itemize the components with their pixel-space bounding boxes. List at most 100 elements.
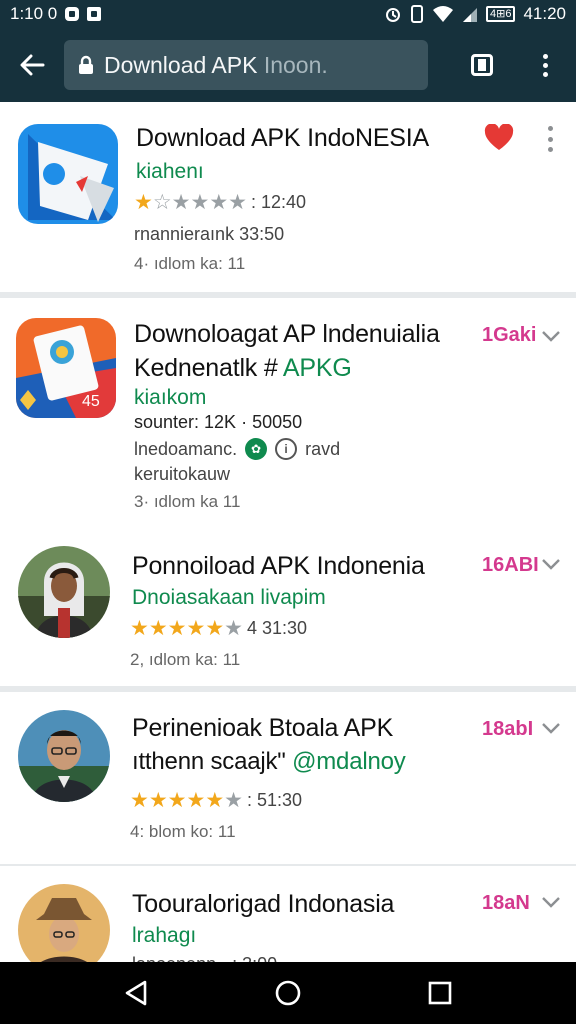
star-icon: ★ [209, 191, 229, 214]
item-developer[interactable]: lrahagı [132, 924, 196, 948]
nav-back-button[interactable] [116, 973, 156, 1013]
list-item[interactable]: Toouralorigad Indonasia lrahagı lanoenen… [0, 866, 576, 962]
address-bar[interactable]: Download APK Inoon. [64, 40, 428, 90]
item-title: Toouralorigad Indonasia [132, 890, 395, 918]
item-developer[interactable]: kiaıkom [134, 386, 206, 410]
chevron-down-icon[interactable] [540, 556, 562, 572]
star-icon: ★ [205, 617, 225, 640]
item-title-line2: ıtthenn scaajk" @mdalnoy [132, 748, 406, 776]
star-icon: ★ [134, 191, 153, 214]
editors-choice-icon: ✿ [245, 438, 268, 460]
nav-recents-button[interactable] [420, 973, 460, 1013]
star-icon: ★ [186, 617, 206, 640]
status-time-right: 41:20 [523, 4, 566, 23]
back-button[interactable] [0, 28, 64, 102]
item-title: Download APK IndoNESIA [136, 124, 429, 152]
item-title: Perinenioak Btoala APK [132, 714, 394, 742]
star-icon: ★ [228, 191, 247, 214]
rating-text: : 51:30 [246, 790, 303, 810]
item-meta: sounter: 12K · 50050 [134, 412, 303, 432]
rating: ★ ★ ★ ★ ★ ★ 4 31:30 [130, 618, 307, 639]
title-line2-dark: ıtthenn scaajk" [132, 748, 286, 775]
overflow-menu-button[interactable] [530, 48, 560, 82]
nav-back-icon [125, 980, 147, 1006]
status-time: 1:10 0 [10, 4, 58, 23]
rating: ★ ★ ★ ★ ★ ★ : 51:30 [130, 790, 302, 811]
size-badge: 18abI [482, 718, 534, 740]
star-icon: ★ [148, 789, 168, 812]
notification-icon [87, 7, 102, 21]
list-item[interactable]: Ponnoiload APK Indonenia Dnoiasakaan liv… [0, 532, 576, 684]
item-meta: rnannieraınk 33:50 [134, 224, 285, 244]
item-developer[interactable]: kiahenı [136, 160, 204, 184]
status-bar: 1:10 0 4⊞6 41:20 [0, 0, 576, 28]
item-meta: ravd [305, 438, 341, 459]
url-main: Download APK [104, 51, 264, 78]
lock-icon [79, 55, 93, 74]
item-meta: 4· ıdlom ka: 11 [134, 254, 246, 273]
menu-dot [547, 126, 553, 131]
menu-dot [542, 71, 548, 77]
info-icon: i [275, 438, 298, 460]
menu-dot [547, 147, 553, 152]
browser-toolbar: Download APK Inoon. [0, 28, 576, 102]
size-badge: 18aN [482, 892, 530, 914]
app-icon [18, 124, 118, 224]
star-icon: ★ [167, 617, 187, 640]
tabs-icon [471, 54, 493, 76]
star-icon: ☆ [152, 191, 172, 214]
app-icon: 45 [16, 318, 116, 418]
title-line2-dark: Kednenatlk # [134, 354, 283, 382]
chevron-down-icon[interactable] [540, 894, 562, 910]
item-meta: 3· ıdlom ka 11 [134, 492, 241, 511]
tabs-button[interactable] [464, 50, 500, 80]
rating-text: 4 31:30 [246, 618, 308, 638]
item-meta: lanoenenn· .: 3:00 [132, 954, 277, 962]
star-icon: ★ [171, 191, 191, 214]
star-icon: ★ [130, 789, 149, 812]
item-title-line2: Kednenatlk # APKG [134, 354, 352, 383]
wifi-icon [433, 6, 453, 22]
size-badge: 16ABI [482, 554, 539, 576]
arrow-left-icon [20, 54, 45, 76]
title-line2-green: APKG [282, 354, 352, 382]
svg-text:45: 45 [82, 393, 100, 410]
star-icon: ★ [224, 617, 243, 640]
item-title: Ponnoiload APK Indonenia [132, 552, 425, 580]
heart-icon[interactable] [484, 124, 514, 152]
menu-dot [547, 136, 553, 142]
item-meta: 4: blom ko: 11 [130, 822, 236, 841]
url-faded: Inoon. [263, 51, 328, 78]
battery-icon: 4⊞6 [486, 6, 516, 22]
rating: ★ ☆ ★ ★ ★ ★ : 12:40 [134, 192, 306, 213]
title-line2-green: @mdalnoy [292, 748, 406, 775]
rating-text: : 12:40 [250, 192, 307, 212]
url-text: Download APK Inoon. [104, 52, 328, 79]
chevron-down-icon[interactable] [540, 720, 562, 736]
size-badge: 1Gaki [482, 324, 537, 346]
list-item[interactable]: Download APK IndoNESIA kiahenı ★ ☆ ★ ★ ★… [0, 102, 576, 290]
item-meta: 2, ıdlom ka: 11 [130, 650, 241, 669]
avatar [18, 884, 110, 962]
list-item[interactable]: 45 Downoloagat AP lndenuialia Kednenatlk… [0, 298, 576, 532]
star-icon: ★ [205, 789, 225, 812]
item-badges: lnedoamanc. ✿ i ravd [134, 438, 340, 460]
star-icon: ★ [186, 789, 206, 812]
avatar [18, 710, 110, 802]
item-meta: lnedoamanc. [134, 438, 238, 459]
item-developer[interactable]: Dnoiasakaan livapim [132, 586, 326, 610]
nav-home-button[interactable] [268, 973, 308, 1013]
notification-icon [65, 7, 80, 21]
item-more-button[interactable] [545, 126, 555, 152]
alarm-icon [386, 8, 400, 22]
star-icon: ★ [224, 789, 243, 812]
item-title: Downoloagat AP lndenuialia [134, 320, 440, 348]
menu-dot [542, 62, 548, 68]
list-item[interactable]: Perinenioak Btoala APK ıtthenn scaajk" @… [0, 692, 576, 862]
item-meta: keruitokauw [134, 464, 231, 484]
signal-icon [463, 8, 477, 22]
star-icon: ★ [148, 617, 168, 640]
star-icon: ★ [190, 191, 210, 214]
chevron-down-icon[interactable] [540, 328, 562, 344]
system-nav-bar [0, 962, 576, 1024]
